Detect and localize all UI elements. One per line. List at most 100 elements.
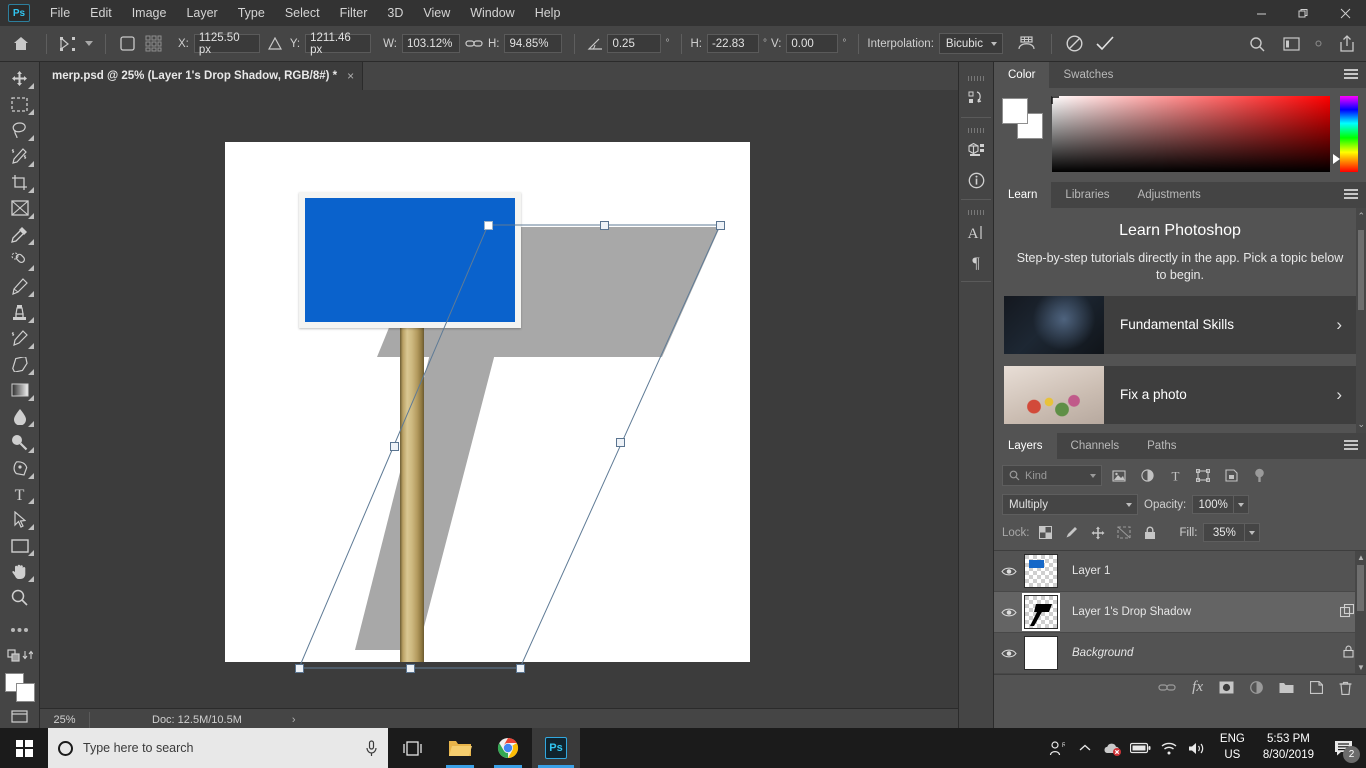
background-color-swatch[interactable] [15,683,35,703]
learn-card-fundamental-skills[interactable]: Fundamental Skills › [1004,295,1356,354]
transform-handle-top-left[interactable] [484,221,493,230]
info-icon[interactable] [961,165,991,195]
workspace-chevron-icon[interactable] [1308,31,1328,57]
paragraph-icon[interactable]: ¶ [961,247,991,277]
layer-thumbnail[interactable] [1024,636,1058,670]
home-icon[interactable] [4,31,38,57]
x-input[interactable]: 1125.50 px [193,32,260,56]
commit-transform-icon[interactable] [1090,31,1120,57]
link-aspect-ratio-icon[interactable] [460,32,488,56]
document-canvas[interactable] [40,90,958,708]
table-row[interactable]: Layer 1 [994,551,1366,592]
quick-selection-tool[interactable] [4,144,36,169]
wifi-icon[interactable] [1156,728,1182,768]
clone-stamp-tool[interactable] [4,300,36,325]
filter-shape-icon[interactable] [1192,466,1214,486]
lasso-tool[interactable] [4,118,36,143]
actions-icon[interactable] [961,83,991,113]
rail-grip-3[interactable] [968,210,984,215]
scroll-up-icon[interactable]: ⌃ [1357,211,1365,222]
status-menu-arrow-icon[interactable]: › [292,714,296,726]
color-swatches[interactable] [1002,98,1043,139]
warp-mode-icon[interactable] [1011,31,1043,57]
delete-layer-icon[interactable] [1339,681,1352,695]
layer-name[interactable]: Background [1072,647,1133,659]
edit-toolbar-icon[interactable] [4,617,36,642]
artboard[interactable] [225,142,750,662]
chevron-right-icon[interactable]: › [1336,315,1342,335]
minimize-button[interactable] [1240,0,1282,26]
menu-select[interactable]: Select [275,2,330,24]
people-icon[interactable]: R [1044,728,1070,768]
tab-libraries[interactable]: Libraries [1051,182,1124,208]
notification-center-button[interactable]: 2 [1324,728,1362,768]
table-row[interactable]: Background [994,633,1366,674]
onedrive-error-icon[interactable] [1100,728,1126,768]
google-chrome-button[interactable] [484,728,532,768]
menu-help[interactable]: Help [525,2,571,24]
color-foreground-swatch[interactable] [1002,98,1028,124]
clock[interactable]: 5:53 PM 8/30/2019 [1255,732,1322,763]
crop-tool[interactable] [4,170,36,195]
tab-learn[interactable]: Learn [994,182,1052,208]
scroll-up-icon[interactable]: ▲ [1357,553,1365,562]
horizontal-type-tool[interactable]: T [4,482,36,507]
lock-all-icon[interactable] [1140,524,1160,542]
default-colors-icon[interactable] [4,643,36,668]
menu-type[interactable]: Type [228,2,275,24]
fill-stepper-icon[interactable] [1245,523,1261,542]
filter-adjustment-icon[interactable] [1136,466,1158,486]
color-ramp[interactable] [1051,96,1330,172]
cancel-transform-icon[interactable] [1060,31,1090,57]
panel-menu-icon[interactable] [1344,189,1358,201]
menu-edit[interactable]: Edit [80,2,122,24]
scroll-down-icon[interactable]: ⌄ [1357,419,1365,430]
layers-scrollbar[interactable]: ▲ ▼ [1355,551,1366,674]
language-indicator[interactable]: ENG US [1212,732,1253,763]
hand-tool[interactable] [4,559,36,584]
menu-layer[interactable]: Layer [176,2,227,24]
transform-handle-bottom-left[interactable] [295,664,304,673]
learn-panel-scrollbar[interactable]: ⌃ ⌄ [1356,208,1366,433]
opacity-input[interactable]: 100% [1192,495,1235,514]
scroll-down-icon[interactable]: ▼ [1357,663,1365,672]
interpolation-select[interactable]: Bicubic [938,33,1003,54]
layer-name[interactable]: Layer 1's Drop Shadow [1072,606,1191,618]
file-explorer-button[interactable] [436,728,484,768]
panel-menu-icon[interactable] [1344,69,1358,81]
panel-menu-icon[interactable] [1344,440,1358,452]
character-icon[interactable]: A [961,217,991,247]
volume-icon[interactable] [1184,728,1210,768]
path-selection-tool[interactable] [4,507,36,532]
taskbar-search[interactable]: Type here to search [48,728,388,768]
blur-tool[interactable] [4,404,36,429]
filter-type-icon[interactable]: T [1164,466,1186,486]
blend-mode-select[interactable]: Multiply [1002,494,1138,515]
rectangular-marquee-tool[interactable] [4,92,36,117]
task-view-button[interactable] [388,728,436,768]
link-layers-icon[interactable] [1158,682,1176,693]
screen-mode-icon[interactable] [4,704,36,729]
transform-handle-top-right[interactable] [716,221,725,230]
transform-handle-middle-left[interactable] [390,442,399,451]
eraser-tool[interactable] [4,352,36,377]
layer-visibility-icon[interactable] [994,648,1024,659]
brush-tool[interactable] [4,274,36,299]
frame-tool[interactable] [4,196,36,221]
rail-grip-1[interactable] [968,76,984,81]
transform-handle-bottom-right[interactable] [516,664,525,673]
layer-visibility-icon[interactable] [994,607,1024,618]
lock-image-pixels-icon[interactable] [1062,524,1082,542]
move-tool[interactable] [4,66,36,91]
fill-input[interactable]: 35% [1203,523,1246,542]
menu-3d[interactable]: 3D [377,2,413,24]
menu-file[interactable]: File [40,2,80,24]
layer-thumbnail[interactable] [1024,554,1058,588]
reference-point-grid-icon[interactable] [140,32,166,56]
transform-handle-bottom-center[interactable] [406,664,415,673]
rotation-input[interactable]: 0.25 [607,34,662,53]
width-input[interactable]: 103.12% [401,34,460,53]
menu-window[interactable]: Window [460,2,524,24]
spot-healing-brush-tool[interactable] [4,248,36,273]
close-icon[interactable]: × [347,69,354,83]
